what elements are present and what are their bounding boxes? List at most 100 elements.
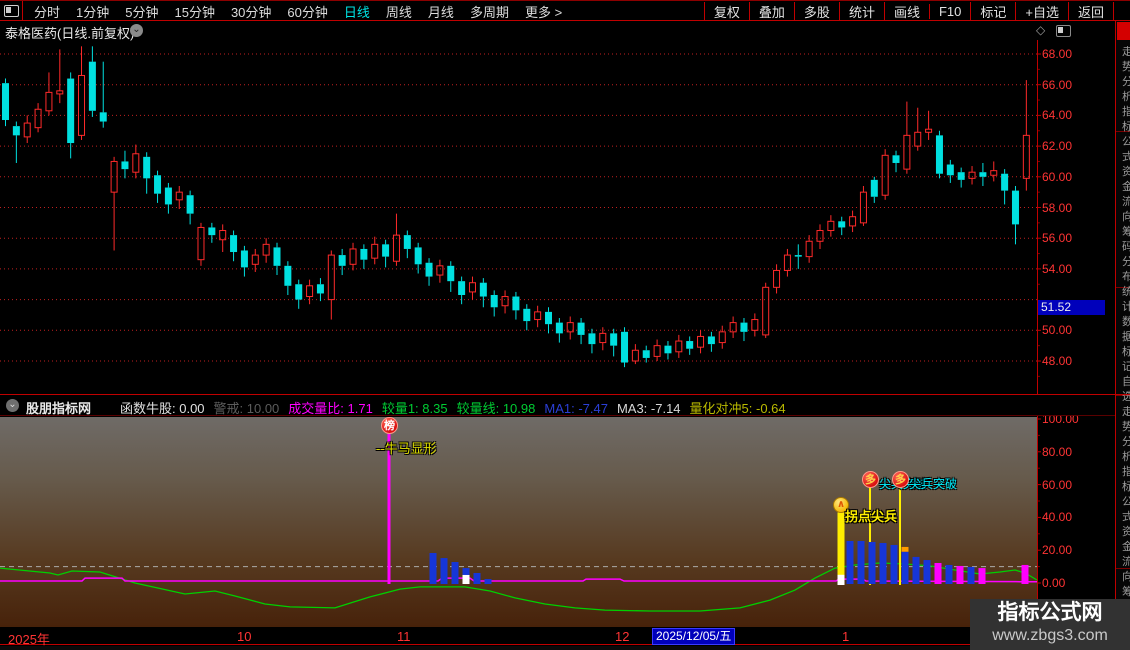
strip-label-char: 向 bbox=[1122, 212, 1130, 223]
strip-label-char: 势 bbox=[1122, 422, 1130, 433]
indicator-field: 较量线: 10.98 bbox=[456, 401, 536, 416]
period-tab-多周期[interactable]: 多周期 bbox=[462, 2, 517, 21]
spike-annotation: --牛马显形 bbox=[376, 441, 437, 456]
month-label-12: 12 bbox=[615, 629, 630, 644]
strip-label-char: 分 bbox=[1122, 257, 1130, 268]
right-sidebar-strip[interactable]: 走势分析指标公式资金流向筹码分布统计数据标记自选走势分析指标公式资金流向筹码分 bbox=[1115, 21, 1130, 650]
period-tab-分时[interactable]: 分时 bbox=[26, 2, 68, 21]
indicator-label-20.00: 20.00 bbox=[1042, 543, 1073, 558]
duo-marker-badge: 多 bbox=[862, 471, 879, 488]
strip-label-char: 分 bbox=[1122, 437, 1130, 448]
period-tab-1分钟[interactable]: 1分钟 bbox=[68, 2, 117, 21]
action-button-F10[interactable]: F10 bbox=[928, 3, 970, 19]
stock-title: 泰格医药(日线.前复权) bbox=[5, 26, 135, 41]
action-button-返回[interactable]: 返回 bbox=[1067, 1, 1114, 21]
action-button-统计[interactable]: 统计 bbox=[838, 1, 884, 21]
time-axis: 2025年 2025/12/05/五 10 11 12 1 bbox=[0, 628, 1130, 647]
chevron-down-icon[interactable]: ⌄ bbox=[130, 24, 143, 37]
watermark: 指标公式网 www.zbgs3.com bbox=[970, 599, 1130, 650]
period-tab-日线[interactable]: 日线 bbox=[336, 2, 378, 21]
price-label-54.00: 54.00 bbox=[1042, 261, 1073, 276]
price-label-62.00: 62.00 bbox=[1042, 139, 1073, 154]
indicator-field: MA1: -7.47 bbox=[544, 401, 608, 416]
title-bar: 泰格医药(日线.前复权) ⌄ ◇ bbox=[0, 21, 1115, 41]
strip-label-char: 据 bbox=[1122, 332, 1130, 343]
action-button-画线[interactable]: 画线 bbox=[883, 1, 929, 21]
strip-label-char: 分 bbox=[1122, 77, 1130, 88]
indicator-label-80.00: 80.00 bbox=[1042, 444, 1073, 459]
strip-label-char: 自 bbox=[1122, 377, 1130, 388]
collapse-indicator-icon[interactable]: ⌄ bbox=[6, 399, 19, 412]
indicator-values: 函数牛股: 0.00 警戒: 10.00 成交量比: 1.71 较量1: 8.35 较量… bbox=[120, 398, 795, 417]
strip-label-char: 公 bbox=[1122, 137, 1130, 148]
price-label-56.00: 56.00 bbox=[1042, 231, 1073, 246]
action-button-+自选[interactable]: +自选 bbox=[1015, 1, 1068, 21]
layout-icon bbox=[3, 5, 19, 17]
strip-label-char: 金 bbox=[1122, 182, 1130, 193]
turn-annotation: 拐点尖兵 bbox=[845, 509, 898, 524]
strip-label-char: 标 bbox=[1122, 482, 1130, 493]
indicator-label-40.00: 40.00 bbox=[1042, 510, 1073, 525]
strip-label-char: 筹 bbox=[1122, 587, 1130, 598]
window-icon[interactable] bbox=[1056, 25, 1071, 37]
strip-label-char: 码 bbox=[1122, 242, 1130, 253]
strip-divider bbox=[1116, 568, 1130, 569]
strip-label-char: 统 bbox=[1122, 287, 1130, 298]
period-tab-60分钟[interactable]: 60分钟 bbox=[279, 2, 335, 21]
month-label-1: 1 bbox=[842, 629, 850, 644]
strip-label-char: 数 bbox=[1122, 317, 1130, 328]
indicator-field: MA3: -7.14 bbox=[616, 401, 681, 416]
selected-date-badge: 2025/12/05/五 bbox=[652, 628, 736, 645]
action-button-标记[interactable]: 标记 bbox=[970, 1, 1015, 21]
strip-label-char: 资 bbox=[1122, 527, 1130, 538]
strip-label-char: 析 bbox=[1122, 452, 1130, 463]
toolbar-actions: 复权 叠加 多股 统计 画线 F10 标记 +自选 返回 bbox=[703, 1, 1114, 21]
breakout-annotation: 尖兵突破 bbox=[909, 477, 958, 491]
action-button-复权[interactable]: 复权 bbox=[703, 1, 749, 21]
period-tab-5分钟[interactable]: 5分钟 bbox=[117, 2, 166, 21]
period-tab-月线[interactable]: 月线 bbox=[420, 2, 462, 21]
indicator-label-0.00: 0.00 bbox=[1042, 576, 1066, 590]
action-button-叠加[interactable]: 叠加 bbox=[748, 1, 794, 21]
strip-label-char: 式 bbox=[1122, 152, 1130, 163]
price-label-60.00: 60.00 bbox=[1042, 169, 1073, 184]
strip-label-char: 指 bbox=[1122, 107, 1130, 118]
watermark-url: www.zbgs3.com bbox=[992, 627, 1108, 644]
strip-label-char: 走 bbox=[1122, 47, 1130, 58]
strip-label-char: 向 bbox=[1122, 572, 1130, 583]
price-label-68.00: 68.00 bbox=[1042, 47, 1073, 61]
layout-toggle-button[interactable] bbox=[0, 1, 23, 21]
indicator-field: 较量1: 8.35 bbox=[381, 401, 448, 416]
strip-label-char: 析 bbox=[1122, 92, 1130, 103]
indicator-source: 股朋指标网 bbox=[26, 401, 92, 416]
strip-label-char: 标 bbox=[1122, 347, 1130, 358]
bang-marker-badge: 榜 bbox=[381, 417, 398, 434]
period-tab-30分钟[interactable]: 30分钟 bbox=[223, 2, 279, 21]
period-tabs: 分时 1分钟 5分钟 15分钟 30分钟 60分钟 日线 周线 月线 多周期 更多 > bbox=[26, 1, 570, 21]
price-label-50.00: 50.00 bbox=[1042, 323, 1073, 338]
period-tab-15分钟[interactable]: 15分钟 bbox=[166, 2, 222, 21]
more-menu-button[interactable]: 更多 > bbox=[517, 2, 570, 21]
strip-label-char: 布 bbox=[1122, 272, 1130, 283]
action-button-多股[interactable]: 多股 bbox=[793, 1, 839, 21]
axis-border bbox=[1037, 40, 1038, 645]
strip-label-char: 标 bbox=[1122, 122, 1130, 133]
price-label-64.00: 64.00 bbox=[1042, 108, 1073, 123]
strip-label-char: 金 bbox=[1122, 542, 1130, 553]
strip-label-char: 流 bbox=[1122, 557, 1130, 568]
month-label-11: 11 bbox=[397, 629, 411, 644]
tdx-window: 分时 1分钟 5分钟 15分钟 30分钟 60分钟 日线 周线 月线 多周期 更多 > 复权 叠加 多股… bbox=[0, 0, 1130, 650]
bottom-sliver bbox=[0, 646, 1130, 650]
duo-marker-badge: 多 bbox=[892, 471, 909, 488]
strip-red-button[interactable] bbox=[1117, 22, 1130, 40]
strip-label-char: 流 bbox=[1122, 197, 1130, 208]
strip-label-char: 公 bbox=[1122, 497, 1130, 508]
last-price-badge: 51.52 bbox=[1038, 299, 1105, 315]
watermark-title: 指标公式网 bbox=[997, 601, 1103, 624]
strip-label-char: 式 bbox=[1122, 512, 1130, 523]
strip-label-char: 势 bbox=[1122, 62, 1130, 73]
period-tab-周线[interactable]: 周线 bbox=[378, 2, 420, 21]
indicator-field: 量化对冲5: -0.64 bbox=[689, 401, 786, 416]
month-label-10: 10 bbox=[237, 629, 252, 644]
candlestick-chart-area[interactable] bbox=[0, 40, 1037, 394]
